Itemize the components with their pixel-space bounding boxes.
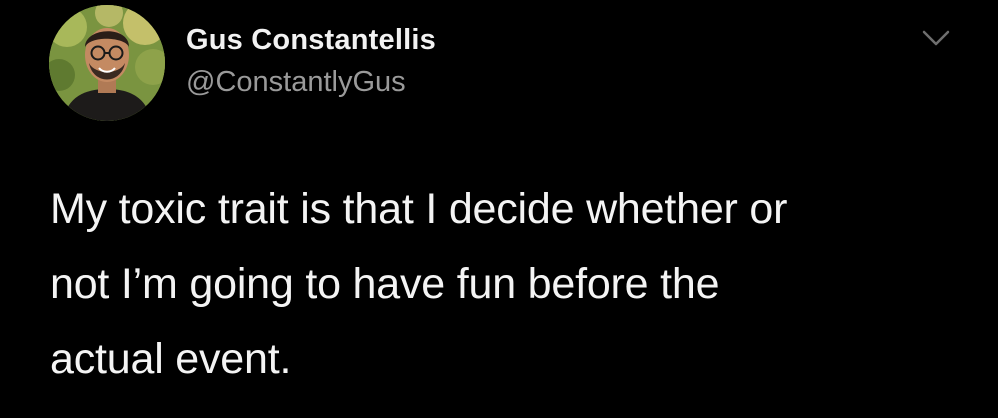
tweet-card: Gus Constantellis @ConstantlyGus My toxi… bbox=[0, 0, 998, 418]
chevron-down-icon bbox=[922, 30, 950, 46]
avatar-photo-icon bbox=[49, 5, 165, 121]
tweet-text: My toxic trait is that I decide whether … bbox=[50, 185, 788, 383]
author-handle[interactable]: @ConstantlyGus bbox=[186, 66, 406, 99]
author-name[interactable]: Gus Constantellis bbox=[186, 24, 436, 57]
more-options-button[interactable] bbox=[918, 26, 954, 50]
avatar[interactable] bbox=[49, 5, 165, 121]
